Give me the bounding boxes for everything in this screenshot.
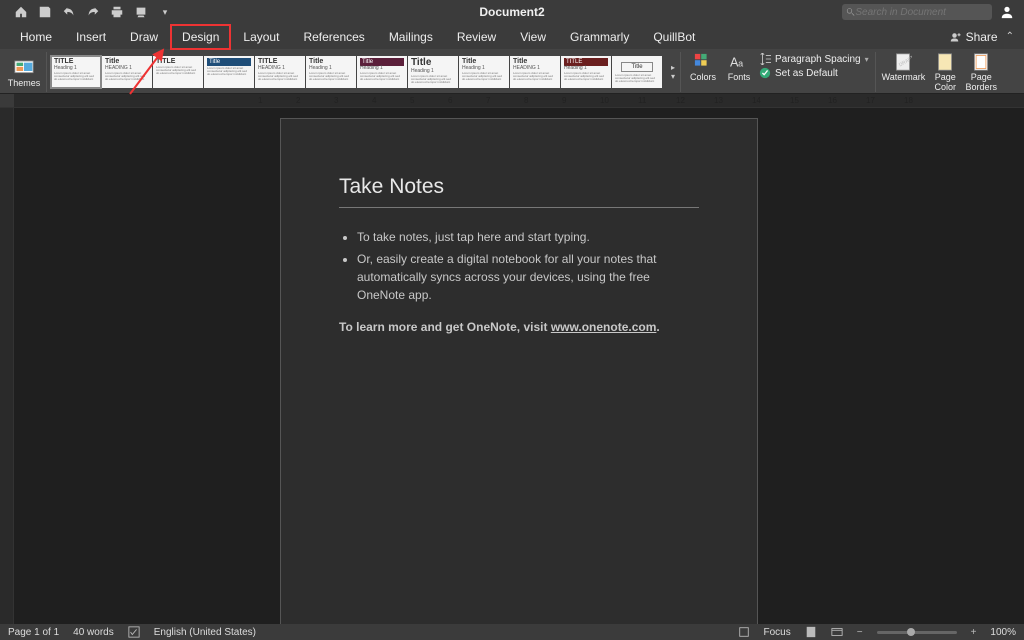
zoom-out-icon[interactable]: − xyxy=(857,627,863,638)
themes-button[interactable]: Themes xyxy=(2,51,46,93)
home-icon[interactable] xyxy=(14,5,28,19)
tab-review[interactable]: Review xyxy=(445,24,508,50)
tab-references[interactable]: References xyxy=(291,24,376,50)
tab-mailings[interactable]: Mailings xyxy=(377,24,445,50)
zoom-in-icon[interactable]: + xyxy=(971,627,977,638)
colors-label: Colors xyxy=(690,73,716,83)
focus-button[interactable]: Focus xyxy=(764,627,791,638)
status-bar: Page 1 of 1 40 words English (United Sta… xyxy=(0,624,1024,640)
style-thumbnail[interactable]: TitleLorem ipsum dolor sit amet consecte… xyxy=(612,56,662,88)
print-icon[interactable] xyxy=(110,5,124,19)
tab-grammarly[interactable]: Grammarly xyxy=(558,24,641,50)
page-color-label: Page Color xyxy=(935,73,957,93)
svg-text:a: a xyxy=(738,59,743,69)
title-bar: ▾ Document2 xyxy=(0,0,1024,24)
style-thumbnail[interactable]: TitleHEADING 1Lorem ipsum dolor sit amet… xyxy=(510,56,560,88)
tab-layout[interactable]: Layout xyxy=(231,24,291,50)
watermark-button[interactable]: DRAFT Watermark xyxy=(882,53,926,83)
tab-design[interactable]: Design xyxy=(170,24,231,50)
list-item[interactable]: Or, easily create a digital notebook for… xyxy=(357,250,699,304)
set-as-default-button[interactable]: Set as Default xyxy=(759,67,869,79)
page-color-icon xyxy=(936,53,954,71)
ribbon-tabs: Home Insert Draw Design Layout Reference… xyxy=(0,24,1024,49)
check-circle-icon xyxy=(759,67,771,79)
fonts-icon: Aa xyxy=(730,53,748,71)
word-count[interactable]: 40 words xyxy=(73,627,114,638)
ribbon-design: Themes TITLEHeading 1Lorem ipsum dolor s… xyxy=(0,49,1024,94)
paragraph-spacing-button[interactable]: Paragraph Spacing▾ xyxy=(759,53,869,65)
style-thumbnail[interactable]: TitleHeading 1Lorem ipsum dolor sit amet… xyxy=(459,56,509,88)
tab-quillbot[interactable]: QuillBot xyxy=(641,24,707,50)
focus-icon[interactable] xyxy=(738,626,750,638)
search-input[interactable] xyxy=(855,7,988,18)
watermark-icon: DRAFT xyxy=(894,53,912,71)
tab-view[interactable]: View xyxy=(508,24,558,50)
style-thumbnail[interactable]: TITLELorem ipsum dolor sit amet consecte… xyxy=(153,56,203,88)
page-borders-button[interactable]: Page Borders xyxy=(965,53,997,93)
collapse-ribbon-icon[interactable]: ⌃ xyxy=(1006,31,1014,42)
style-thumbnail[interactable]: TITLEHeading 1Lorem ipsum dolor sit amet… xyxy=(51,56,101,88)
tab-home[interactable]: Home xyxy=(8,24,64,50)
gallery-more-icon[interactable]: ▸▾ xyxy=(666,56,680,88)
style-thumbnail[interactable]: TitleLorem ipsum dolor sit amet consecte… xyxy=(204,56,254,88)
themes-label: Themes xyxy=(8,78,41,88)
share-icon xyxy=(950,31,962,43)
page[interactable]: Take Notes To take notes, just tap here … xyxy=(280,118,758,624)
style-gallery: TITLEHeading 1Lorem ipsum dolor sit amet… xyxy=(47,53,666,91)
style-thumbnail[interactable]: TITLEHEADING 1Lorem ipsum dolor sit amet… xyxy=(255,56,305,88)
watermark-label: Watermark xyxy=(882,73,926,83)
ruler-vertical[interactable] xyxy=(0,108,14,624)
page-borders-icon xyxy=(972,53,990,71)
user-icon[interactable] xyxy=(1000,5,1014,19)
style-thumbnail[interactable]: TITLEHeading 1Lorem ipsum dolor sit amet… xyxy=(561,56,611,88)
style-thumbnail[interactable]: TitleHeading 1Lorem ipsum dolor sit amet… xyxy=(306,56,356,88)
tab-draw[interactable]: Draw xyxy=(118,24,170,50)
document-canvas[interactable]: Take Notes To take notes, just tap here … xyxy=(14,108,1024,624)
page-heading[interactable]: Take Notes xyxy=(339,175,699,208)
redo-icon[interactable] xyxy=(86,5,100,19)
colors-button[interactable]: Colors xyxy=(687,53,719,83)
spell-check-icon[interactable] xyxy=(128,626,140,638)
style-thumbnail[interactable]: TitleHEADING 1Lorem ipsum dolor sit amet… xyxy=(102,56,152,88)
search-box[interactable] xyxy=(842,4,992,20)
touch-mode-icon[interactable] xyxy=(134,5,148,19)
style-thumbnail[interactable]: TitleHeading 1Lorem ipsum dolor sit amet… xyxy=(357,56,407,88)
web-layout-view-icon[interactable] xyxy=(831,626,843,638)
style-thumbnail[interactable]: TitleHeading 1Lorem ipsum dolor sit amet… xyxy=(408,56,458,88)
fonts-label: Fonts xyxy=(728,73,751,83)
onenote-link[interactable]: www.onenote.com xyxy=(551,320,657,334)
save-icon[interactable] xyxy=(38,5,52,19)
colors-icon xyxy=(694,53,712,71)
footer-paragraph[interactable]: To learn more and get OneNote, visit www… xyxy=(339,320,699,334)
search-icon xyxy=(846,7,855,17)
qat-more-icon[interactable]: ▾ xyxy=(158,5,172,19)
page-info[interactable]: Page 1 of 1 xyxy=(8,627,59,638)
undo-icon[interactable] xyxy=(62,5,76,19)
language-indicator[interactable]: English (United States) xyxy=(154,627,256,638)
share-button[interactable]: Share xyxy=(966,30,998,44)
ruler-horizontal[interactable]: 123456789101112131415161718 xyxy=(0,94,1024,108)
zoom-slider[interactable] xyxy=(877,631,957,634)
print-layout-view-icon[interactable] xyxy=(805,626,817,638)
bullet-list[interactable]: To take notes, just tap here and start t… xyxy=(339,228,699,304)
themes-icon xyxy=(14,56,34,76)
zoom-level[interactable]: 100% xyxy=(990,627,1016,638)
fonts-button[interactable]: Aa Fonts xyxy=(723,53,755,83)
document-title: Document2 xyxy=(479,5,544,19)
list-item[interactable]: To take notes, just tap here and start t… xyxy=(357,228,699,246)
page-color-button[interactable]: Page Color xyxy=(929,53,961,93)
tab-insert[interactable]: Insert xyxy=(64,24,118,50)
document-area: Take Notes To take notes, just tap here … xyxy=(0,108,1024,624)
paragraph-spacing-icon xyxy=(759,53,771,65)
page-borders-label: Page Borders xyxy=(966,73,998,93)
